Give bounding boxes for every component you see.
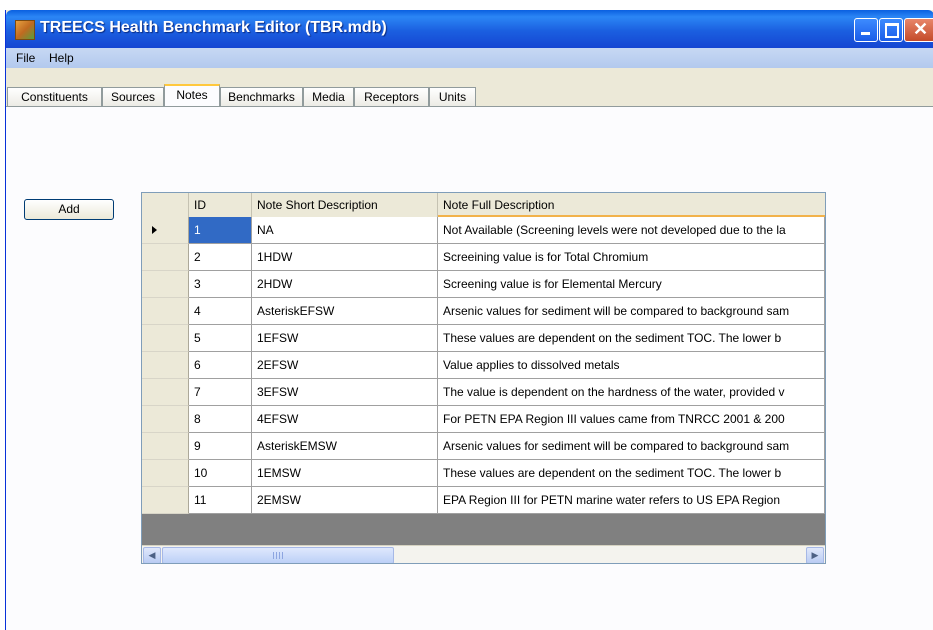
table-row[interactable]: 6 2EFSW Value applies to dissolved metals	[142, 352, 825, 379]
cell-id[interactable]: 8	[189, 406, 252, 433]
cell-id[interactable]: 2	[189, 244, 252, 271]
column-header-full-description[interactable]: Note Full Description	[438, 193, 825, 217]
cell-short-description[interactable]: 1HDW	[252, 244, 438, 271]
tab-receptors[interactable]: Receptors	[354, 87, 429, 106]
row-selector[interactable]	[142, 379, 189, 406]
close-button[interactable]: ✕	[904, 18, 933, 42]
table-row[interactable]: 7 3EFSW The value is dependent on the hard…	[142, 379, 825, 406]
row-selector[interactable]	[142, 487, 189, 514]
grid-corner-header	[142, 193, 189, 217]
table-row[interactable]: 3 2HDW Screening value is for Elemental Me…	[142, 271, 825, 298]
cell-full-description[interactable]: Arsenic values for sediment will be comp…	[438, 298, 825, 325]
table-row[interactable]: 8 4EFSW For PETN EPA Region III values cam…	[142, 406, 825, 433]
column-header-id[interactable]: ID	[189, 193, 252, 217]
close-icon: ✕	[913, 19, 929, 39]
row-selector[interactable]	[142, 406, 189, 433]
row-selector[interactable]	[142, 352, 189, 379]
cell-id[interactable]: 7	[189, 379, 252, 406]
cell-full-description[interactable]: The value is dependent on the hardness o…	[438, 379, 825, 406]
cell-id[interactable]: 3	[189, 271, 252, 298]
cell-short-description[interactable]: 3EFSW	[252, 379, 438, 406]
tab-constituents[interactable]: Constituents	[7, 87, 102, 106]
menu-file[interactable]: File	[16, 51, 35, 65]
horizontal-scrollbar[interactable]: ◀ ▶	[142, 545, 825, 563]
add-button[interactable]: Add	[24, 199, 114, 220]
notes-panel: Add ID Note Short Description Note Full …	[6, 107, 933, 630]
tab-strip: Constituents Sources Notes Benchmarks Me…	[6, 68, 933, 110]
cell-full-description[interactable]: For PETN EPA Region III values came from…	[438, 406, 825, 433]
cell-id[interactable]: 10	[189, 460, 252, 487]
tab-sources[interactable]: Sources	[102, 87, 164, 106]
tab-units[interactable]: Units	[429, 87, 476, 106]
tab-notes[interactable]: Notes	[164, 84, 220, 107]
scroll-thumb[interactable]	[162, 547, 394, 563]
cell-id[interactable]: 4	[189, 298, 252, 325]
maximize-button[interactable]	[879, 18, 903, 42]
scroll-grip-icon	[273, 552, 283, 559]
cell-short-description[interactable]: 1EFSW	[252, 325, 438, 352]
cell-short-description[interactable]: NA	[252, 217, 438, 244]
cell-short-description[interactable]: AsteriskEMSW	[252, 433, 438, 460]
table-row[interactable]: 9 AsteriskEMSW Arsenic values for sediment…	[142, 433, 825, 460]
tab-media[interactable]: Media	[303, 87, 354, 106]
cell-full-description[interactable]: Value applies to dissolved metals	[438, 352, 825, 379]
window-title: TREECS Health Benchmark Editor (TBR.mdb)	[40, 19, 387, 36]
cell-id[interactable]: 5	[189, 325, 252, 352]
cell-short-description[interactable]: 2EFSW	[252, 352, 438, 379]
cell-full-description[interactable]: These values are dependent on the sedime…	[438, 325, 825, 352]
cell-full-description[interactable]: These values are dependent on the sedime…	[438, 460, 825, 487]
cell-id[interactable]: 1	[189, 217, 252, 244]
notes-grid[interactable]: ID Note Short Description Note Full Desc…	[141, 192, 826, 564]
minimize-icon	[861, 32, 870, 35]
cell-full-description[interactable]: EPA Region III for PETN marine water ref…	[438, 487, 825, 514]
cell-id[interactable]: 11	[189, 487, 252, 514]
app-icon	[15, 20, 35, 40]
cell-short-description[interactable]: AsteriskEFSW	[252, 298, 438, 325]
scroll-right-icon[interactable]: ▶	[806, 547, 824, 563]
cell-short-description[interactable]: 1EMSW	[252, 460, 438, 487]
cell-id[interactable]: 9	[189, 433, 252, 460]
cell-full-description[interactable]: Screening value is for Elemental Mercury	[438, 271, 825, 298]
table-row[interactable]: 1 NA Not Available (Screening levels were …	[142, 217, 825, 244]
table-row[interactable]: 2 1HDW Screeining value is for Total Chrom…	[142, 244, 825, 271]
cell-id[interactable]: 6	[189, 352, 252, 379]
cell-short-description[interactable]: 2EMSW	[252, 487, 438, 514]
row-selector[interactable]	[142, 244, 189, 271]
row-selector[interactable]	[142, 217, 189, 244]
maximize-icon	[885, 23, 899, 38]
app-window: TREECS Health Benchmark Editor (TBR.mdb)…	[5, 10, 933, 630]
row-selector[interactable]	[142, 433, 189, 460]
menu-help[interactable]: Help	[49, 51, 74, 65]
row-selector[interactable]	[142, 460, 189, 487]
cell-full-description[interactable]: Not Available (Screening levels were not…	[438, 217, 825, 244]
cell-full-description[interactable]: Screeining value is for Total Chromium	[438, 244, 825, 271]
menu-bar: File Help	[6, 48, 933, 68]
table-row[interactable]: 11 2EMSW EPA Region III for PETN marine wa…	[142, 487, 825, 514]
table-row[interactable]: 5 1EFSW These values are dependent on the …	[142, 325, 825, 352]
table-row[interactable]: 4 AsteriskEFSW Arsenic values for sediment…	[142, 298, 825, 325]
cell-short-description[interactable]: 4EFSW	[252, 406, 438, 433]
title-bar[interactable]: TREECS Health Benchmark Editor (TBR.mdb)…	[6, 10, 933, 48]
scroll-left-icon[interactable]: ◀	[143, 547, 161, 563]
table-row[interactable]: 10 1EMSW These values are dependent on the…	[142, 460, 825, 487]
minimize-button[interactable]	[854, 18, 878, 42]
row-selector[interactable]	[142, 271, 189, 298]
cell-short-description[interactable]: 2HDW	[252, 271, 438, 298]
tab-benchmarks[interactable]: Benchmarks	[220, 87, 303, 106]
column-header-short-description[interactable]: Note Short Description	[252, 193, 438, 217]
current-row-arrow-icon	[152, 226, 157, 234]
row-selector[interactable]	[142, 325, 189, 352]
row-selector[interactable]	[142, 298, 189, 325]
cell-full-description[interactable]: Arsenic values for sediment will be comp…	[438, 433, 825, 460]
